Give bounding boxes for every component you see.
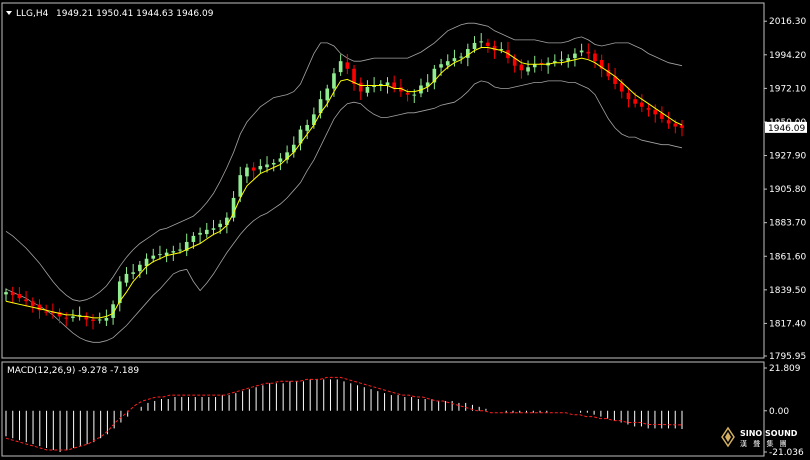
candle-body xyxy=(519,64,524,71)
price-tick-label: 1972.10 xyxy=(769,84,806,94)
candle-body xyxy=(579,50,584,53)
price-tick-label: 1905.80 xyxy=(769,185,806,195)
candle-body xyxy=(17,293,22,299)
candle-body xyxy=(178,249,182,251)
candle-body xyxy=(278,158,283,162)
logo-subtitle: 漢 聲 集 團 xyxy=(740,439,789,448)
candle-body xyxy=(64,317,69,319)
candle-body xyxy=(24,299,28,302)
candle-body xyxy=(378,83,383,85)
candle-body xyxy=(10,292,15,296)
candle-body xyxy=(626,92,631,100)
candle-body xyxy=(104,317,109,321)
candle-body xyxy=(666,120,671,124)
candle-body xyxy=(573,53,577,59)
candle-body xyxy=(653,109,658,115)
candle-body xyxy=(332,73,336,89)
candle-body xyxy=(271,162,276,165)
candle-body xyxy=(211,228,216,230)
price-tick-label: 1861.60 xyxy=(769,252,806,262)
candle-body xyxy=(472,42,477,50)
price-tick-label: 1839.50 xyxy=(769,286,806,296)
current-price-marker: 1946.09 xyxy=(765,121,807,134)
price-tick-label: 1795.95 xyxy=(769,352,806,362)
candle-body xyxy=(158,254,162,256)
candle-body xyxy=(439,64,443,68)
candle-body xyxy=(251,167,256,171)
candle-body xyxy=(646,107,651,110)
candle-body xyxy=(559,59,564,61)
candle-body xyxy=(124,273,129,283)
candle-body xyxy=(151,255,156,259)
candle-body xyxy=(338,61,343,73)
macd-header-label: MACD(12,26,9) -9.278 -7.189 xyxy=(7,366,139,376)
candle-body xyxy=(640,102,644,107)
candle-body xyxy=(238,175,243,197)
background xyxy=(0,0,810,460)
candle-body xyxy=(633,99,637,104)
candle-body xyxy=(358,82,363,92)
candle-body xyxy=(138,264,142,272)
candle-body xyxy=(71,316,75,318)
price-tick-label: 2016.30 xyxy=(769,17,806,27)
price-tick-label: 1927.90 xyxy=(769,152,806,162)
candle-body xyxy=(4,292,8,295)
candle-body xyxy=(258,166,263,170)
candle-body xyxy=(486,42,490,46)
candle-body xyxy=(198,232,202,235)
chart-root: LLG,H4 1949.21 1950.41 1944.63 1946.09 M… xyxy=(0,0,810,460)
candle-body xyxy=(479,41,484,43)
candle-body xyxy=(171,251,176,253)
macd-tick-label: 0.00 xyxy=(769,407,789,417)
candle-body xyxy=(593,53,597,62)
candle-body xyxy=(452,58,457,62)
candle-body xyxy=(365,87,370,93)
candle-body xyxy=(245,167,249,177)
candle-body xyxy=(131,272,135,274)
candle-body xyxy=(586,51,591,54)
candle-body xyxy=(680,125,684,128)
candle-body xyxy=(459,56,463,58)
candle-body xyxy=(204,229,209,235)
candle-body xyxy=(30,301,35,306)
candle-body xyxy=(345,62,350,69)
candle-body xyxy=(526,67,530,72)
candle-body xyxy=(265,164,269,168)
candle-body xyxy=(325,88,330,101)
candle-body xyxy=(44,311,48,313)
candle-body xyxy=(412,94,417,96)
macd-tick-label: 21.809 xyxy=(769,364,801,374)
symbol-label: LLG,H4 xyxy=(16,9,49,19)
candle-body xyxy=(405,92,410,95)
candle-body xyxy=(445,61,450,66)
candle-body xyxy=(97,319,102,321)
candle-body xyxy=(218,223,223,228)
candle-body xyxy=(305,124,310,131)
price-tick-label: 1994.20 xyxy=(769,51,806,61)
candle-body xyxy=(91,319,95,321)
candle-body xyxy=(673,123,678,127)
logo-name: SINO SOUND xyxy=(740,429,798,438)
macd-tick-label: -21.036 xyxy=(769,448,804,458)
price-tick-label: 1883.70 xyxy=(769,219,806,229)
price-tick-label: 1817.40 xyxy=(769,319,806,329)
candle-body xyxy=(385,82,390,86)
current-price-label: 1946.09 xyxy=(768,124,805,134)
candle-body xyxy=(191,235,196,242)
ohlc-values: 1949.21 1950.41 1944.63 1946.09 xyxy=(56,9,214,19)
